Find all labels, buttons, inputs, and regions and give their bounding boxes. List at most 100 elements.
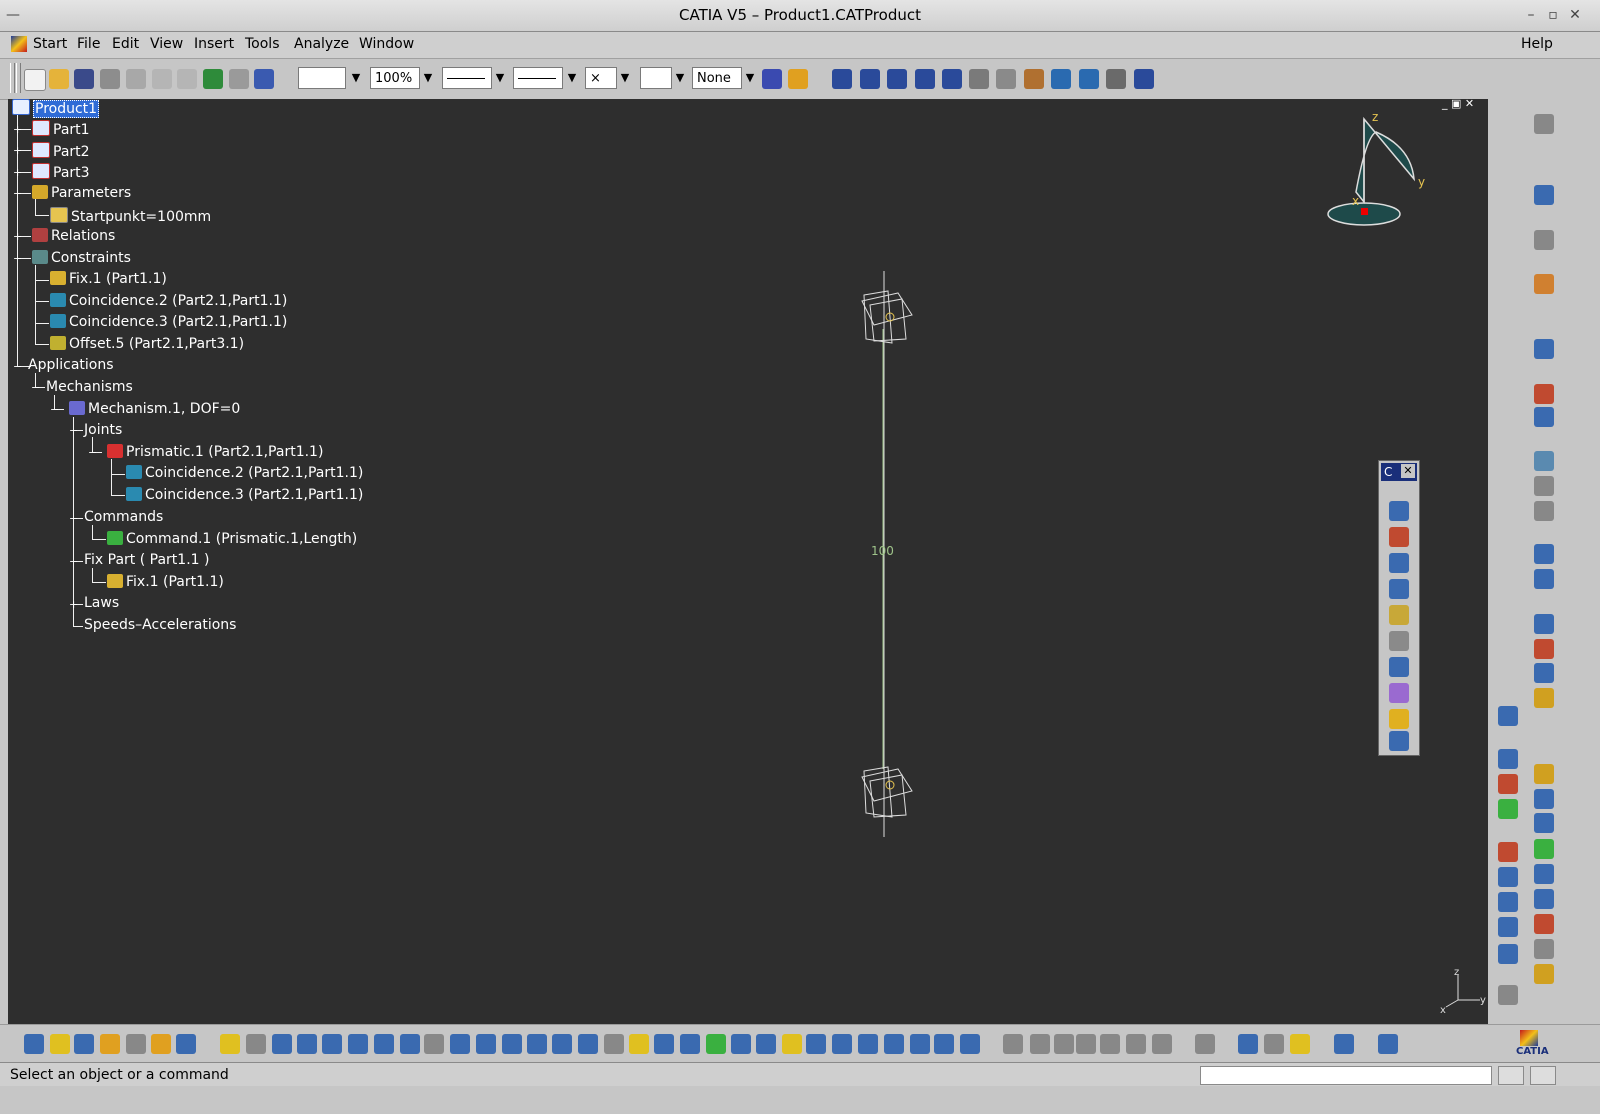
rule-icon[interactable] bbox=[1054, 1034, 1074, 1054]
move-icon[interactable] bbox=[1534, 384, 1554, 404]
constraint-icon[interactable] bbox=[1534, 407, 1554, 427]
tree-item-command[interactable]: Command.1 (Prismatic.1,Length) bbox=[107, 531, 357, 547]
cut-icon[interactable] bbox=[126, 69, 146, 89]
cylinder-icon[interactable] bbox=[502, 1034, 522, 1054]
table-icon[interactable] bbox=[1534, 964, 1554, 984]
gear-icon[interactable] bbox=[1534, 764, 1554, 784]
scene-icon[interactable] bbox=[1534, 569, 1554, 589]
workbench-icon[interactable] bbox=[24, 1034, 44, 1054]
table-icon[interactable] bbox=[1076, 1034, 1096, 1054]
menu-file[interactable]: File bbox=[77, 36, 100, 52]
collapse-icon[interactable]: − bbox=[69, 556, 78, 567]
collapse-icon[interactable]: − bbox=[69, 425, 78, 436]
mechanism-analysis-icon[interactable] bbox=[1389, 731, 1409, 751]
light-icon[interactable] bbox=[788, 69, 808, 89]
compass-icon[interactable]: z y x bbox=[1326, 107, 1446, 232]
cylinder-icon[interactable] bbox=[706, 1034, 726, 1054]
quick-view-icon[interactable] bbox=[450, 1034, 470, 1054]
tree-item-coincidence[interactable]: Coincidence.3 (Part2.1,Part1.1) bbox=[50, 314, 287, 330]
menu-start[interactable]: Start bbox=[33, 36, 67, 52]
color-combo[interactable] bbox=[298, 67, 346, 89]
minimize-icon[interactable]: – bbox=[1522, 6, 1540, 24]
maximize-icon[interactable]: ▫ bbox=[1544, 6, 1562, 24]
collapse-icon[interactable]: − bbox=[88, 447, 97, 458]
prismatic-joint-icon[interactable] bbox=[1389, 527, 1409, 547]
toolbar-grip[interactable] bbox=[10, 63, 15, 93]
view-mode-icon[interactable] bbox=[374, 1034, 394, 1054]
tree-item-part1[interactable]: Part1 bbox=[32, 120, 90, 138]
battery-icon[interactable] bbox=[1290, 1034, 1310, 1054]
zoom-in-icon[interactable] bbox=[942, 69, 962, 89]
collapse-icon[interactable]: − bbox=[13, 361, 22, 372]
refresh-icon[interactable] bbox=[1389, 709, 1409, 729]
tree-icon[interactable] bbox=[1498, 985, 1518, 1005]
menu-view[interactable]: View bbox=[150, 36, 183, 52]
sensor-icon[interactable] bbox=[1389, 683, 1409, 703]
bottom-view-icon[interactable] bbox=[960, 1034, 980, 1054]
lineweight-combo[interactable] bbox=[513, 67, 563, 89]
cylinder-icon[interactable] bbox=[680, 1034, 700, 1054]
tree-item-speeds-accelerations[interactable]: Speeds–Accelerations bbox=[84, 617, 236, 633]
shading-icon[interactable] bbox=[1079, 69, 1099, 89]
pan-icon[interactable] bbox=[246, 1034, 266, 1054]
cylindrical-joint-icon[interactable] bbox=[1389, 553, 1409, 573]
command-input[interactable] bbox=[1200, 1066, 1492, 1085]
catalog-icon[interactable] bbox=[1534, 544, 1554, 564]
tree-icon[interactable] bbox=[1100, 1034, 1120, 1054]
3d-viewport[interactable]: + + + − + − − − − − − − − + Product1 Par… bbox=[8, 99, 1488, 1024]
redo-icon[interactable] bbox=[229, 69, 249, 89]
expand-icon[interactable]: + bbox=[13, 145, 22, 156]
hide-show-icon[interactable] bbox=[1106, 69, 1126, 89]
close-icon[interactable]: ✕ bbox=[1401, 464, 1415, 478]
fit-all-icon[interactable] bbox=[860, 69, 880, 89]
select-icon[interactable] bbox=[1534, 274, 1554, 294]
iso-view-icon[interactable] bbox=[1051, 69, 1071, 89]
zoom-combo[interactable]: 100% bbox=[370, 67, 420, 89]
part-design-icon[interactable] bbox=[74, 1034, 94, 1054]
schematic-icon[interactable] bbox=[1534, 914, 1554, 934]
cylinder-icon[interactable] bbox=[552, 1034, 572, 1054]
transform-icon[interactable] bbox=[1534, 864, 1554, 884]
law-icon[interactable] bbox=[1498, 867, 1518, 887]
simulate-with-laws-icon[interactable] bbox=[1498, 749, 1518, 769]
sensor-icon[interactable] bbox=[1498, 892, 1518, 912]
distance-icon[interactable] bbox=[1238, 1034, 1258, 1054]
planar-joint-icon[interactable] bbox=[1389, 579, 1409, 599]
left-view-icon[interactable] bbox=[884, 1034, 904, 1054]
tree-item-startpunkt[interactable]: Startpunkt=100mm bbox=[50, 207, 211, 225]
rendering-combo[interactable] bbox=[640, 67, 672, 89]
replay-icon[interactable] bbox=[1498, 799, 1518, 819]
tree-item-mechanisms[interactable]: Mechanisms bbox=[46, 379, 133, 395]
catia-start-icon[interactable] bbox=[11, 36, 27, 52]
save-icon[interactable] bbox=[1264, 1034, 1284, 1054]
pan-icon[interactable] bbox=[887, 69, 907, 89]
swap-icon[interactable] bbox=[1195, 1034, 1215, 1054]
menu-analyze[interactable]: Analyze bbox=[294, 36, 349, 52]
tree-item-joints[interactable]: Joints bbox=[84, 422, 122, 438]
collapse-icon[interactable]: − bbox=[31, 382, 40, 393]
tree-item-coincidence[interactable]: Coincidence.2 (Part2.1,Part1.1) bbox=[126, 465, 363, 481]
tree-item-applications[interactable]: Applications bbox=[28, 357, 114, 373]
help-icon[interactable] bbox=[322, 1034, 342, 1054]
snap-icon[interactable] bbox=[100, 1034, 120, 1054]
chevron-down-icon[interactable]: ▼ bbox=[617, 67, 633, 89]
relation-icon[interactable] bbox=[1152, 1034, 1172, 1054]
menu-window[interactable]: Window bbox=[359, 36, 414, 52]
front-view-icon[interactable] bbox=[832, 1034, 852, 1054]
expand-icon[interactable]: + bbox=[13, 124, 22, 135]
arrow-icon[interactable] bbox=[126, 1034, 146, 1054]
mechanism-dress-icon[interactable] bbox=[1498, 944, 1518, 964]
annotation-icon[interactable] bbox=[1534, 451, 1554, 471]
cylinder-icon[interactable] bbox=[604, 1034, 624, 1054]
distance-icon[interactable] bbox=[1534, 663, 1554, 683]
chevron-down-icon[interactable]: ▼ bbox=[492, 67, 508, 89]
lock-icon[interactable] bbox=[1126, 1034, 1146, 1054]
simulate-with-commands-icon[interactable] bbox=[1498, 706, 1518, 726]
tree-item-part3[interactable]: Part3 bbox=[32, 163, 90, 181]
tree-item-offset[interactable]: Offset.5 (Part2.1,Part3.1) bbox=[50, 336, 244, 352]
menu-edit[interactable]: Edit bbox=[112, 36, 139, 52]
light-bulb-icon[interactable] bbox=[50, 1034, 70, 1054]
normal-view-icon[interactable] bbox=[996, 69, 1016, 89]
menu-help[interactable]: Help bbox=[1521, 36, 1553, 52]
speed-icon[interactable] bbox=[1498, 842, 1518, 862]
